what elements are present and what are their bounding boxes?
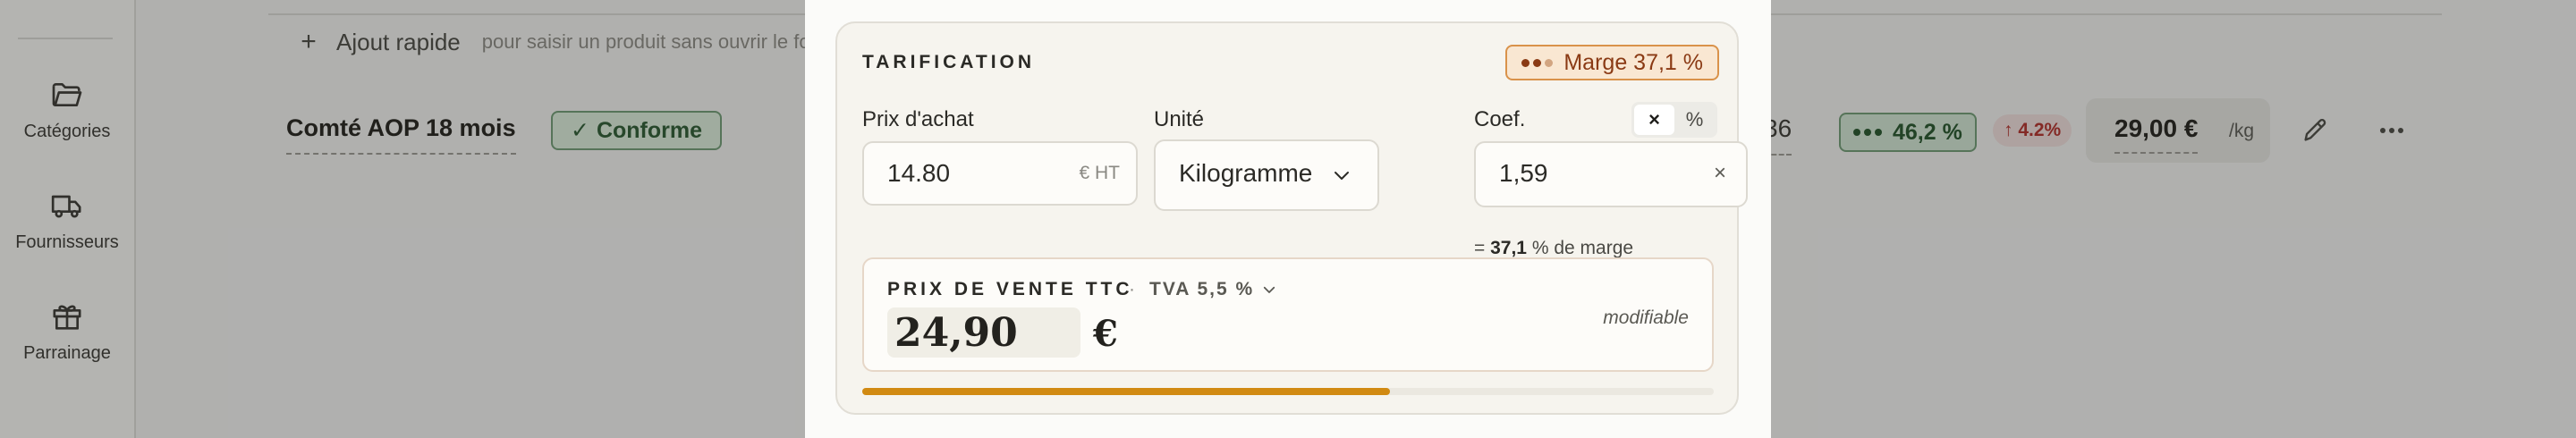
coef-mode-multiply[interactable]: × bbox=[1634, 105, 1674, 135]
sale-price-title: PRIX DE VENTE TTC bbox=[887, 279, 1133, 299]
purchase-price-field[interactable]: € HT bbox=[862, 141, 1138, 206]
tva-separator: · bbox=[1129, 279, 1137, 299]
editable-note: modifiable bbox=[1603, 307, 1689, 328]
currency-symbol: € bbox=[1093, 313, 1118, 355]
unit-select[interactable]: Kilogramme bbox=[1154, 139, 1379, 211]
purchase-price-label: Prix d'achat bbox=[862, 107, 974, 131]
clear-icon[interactable]: × bbox=[1714, 161, 1726, 186]
margin-badge: Marge 37,1 % bbox=[1505, 45, 1719, 80]
chevron-down-icon bbox=[1335, 172, 1349, 180]
margin-badge-label: Marge 37,1 % bbox=[1563, 49, 1703, 75]
margin-progress-fill bbox=[862, 388, 1391, 395]
margin-note: = 37,1 % de marge bbox=[1474, 238, 1633, 259]
section-title: TARIFICATION bbox=[862, 52, 1036, 72]
pricing-modal: TARIFICATION Marge 37,1 % Prix d'achat €… bbox=[805, 0, 1771, 438]
coef-field[interactable]: × bbox=[1474, 141, 1748, 207]
chevron-down-icon bbox=[1264, 286, 1275, 293]
unit-selected-value: Kilogramme bbox=[1179, 159, 1313, 187]
pricing-card: TARIFICATION Marge 37,1 % Prix d'achat €… bbox=[835, 21, 1748, 415]
margin-note-prefix: = bbox=[1474, 238, 1486, 258]
margin-progress-bar bbox=[862, 388, 1714, 395]
margin-note-value: 37,1 bbox=[1490, 238, 1527, 258]
sale-price-field[interactable] bbox=[887, 307, 1080, 358]
unit-label: Unité bbox=[1154, 107, 1205, 131]
coef-label: Coef. bbox=[1474, 107, 1526, 131]
coef-mode-toggle: × % bbox=[1631, 102, 1717, 138]
purchase-price-input[interactable] bbox=[887, 143, 1030, 204]
sale-price-box: PRIX DE VENTE TTC · TVA 5,5 % € modifiab… bbox=[862, 257, 1714, 372]
margin-level-dots-icon bbox=[1521, 58, 1554, 67]
margin-note-suffix: % de marge bbox=[1531, 238, 1634, 258]
tva-select[interactable]: · TVA 5,5 % bbox=[1129, 279, 1277, 300]
tva-label: TVA 5,5 % bbox=[1149, 279, 1255, 299]
coef-input[interactable] bbox=[1499, 143, 1642, 204]
purchase-price-suffix: € HT bbox=[1079, 163, 1120, 183]
sale-price-input[interactable] bbox=[894, 309, 1073, 356]
coef-mode-percent[interactable]: % bbox=[1674, 105, 1715, 135]
